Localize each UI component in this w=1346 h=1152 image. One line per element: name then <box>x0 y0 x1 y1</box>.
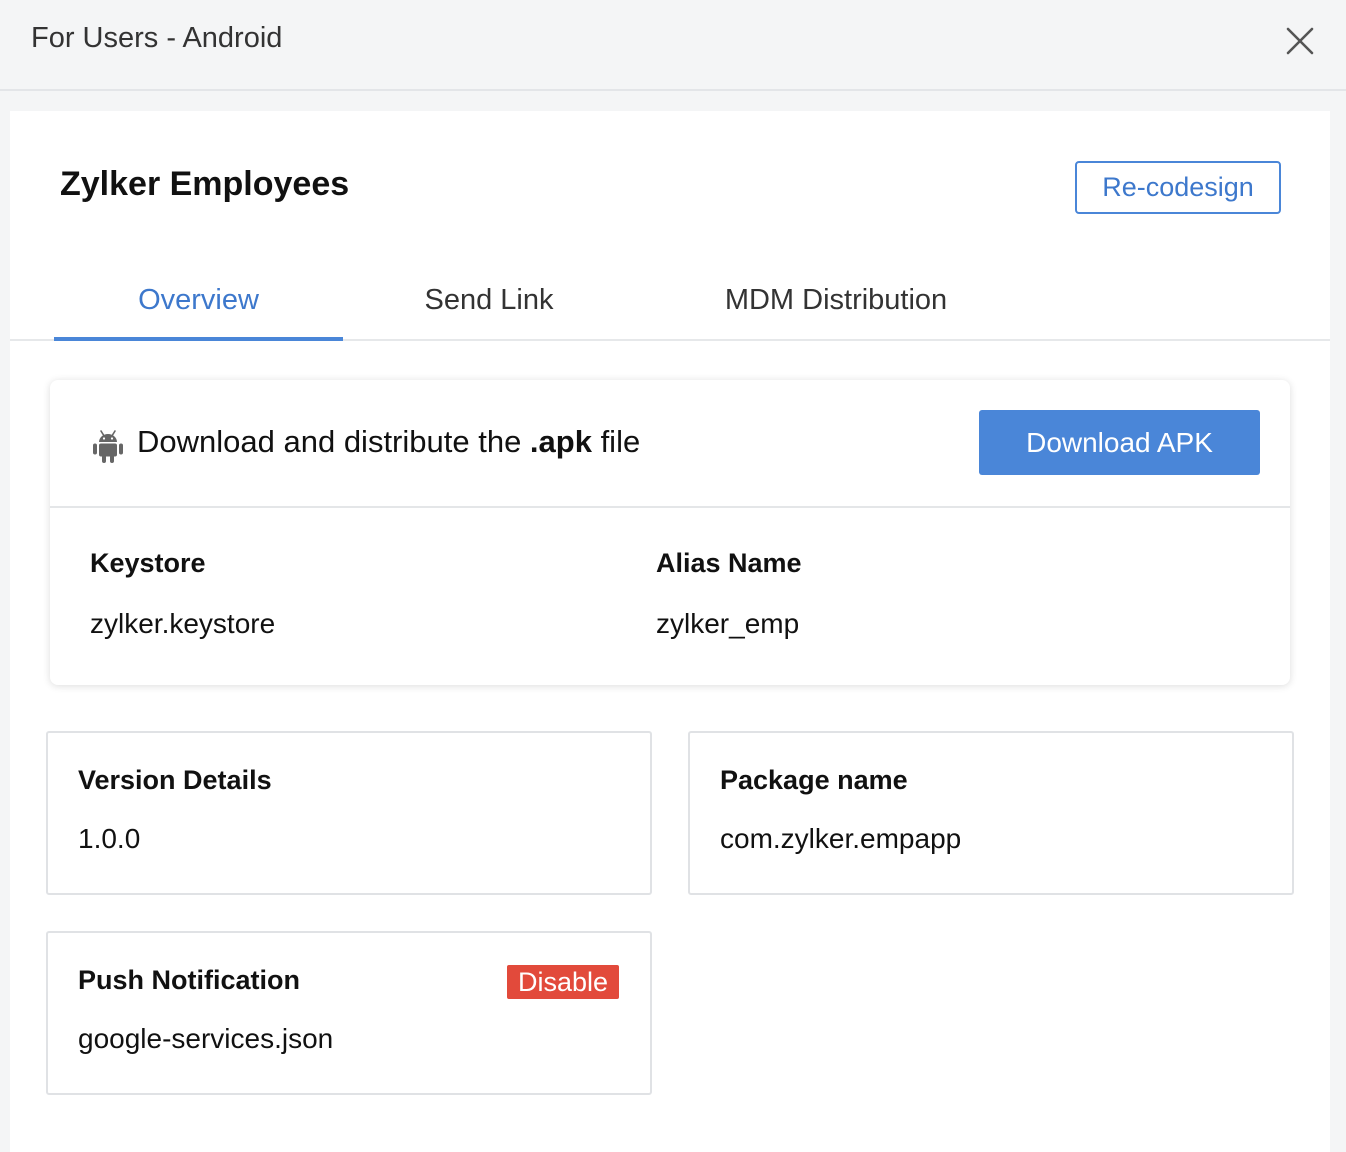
disable-push-button[interactable]: Disable <box>507 965 619 999</box>
push-notification-card: Push Notification Disable google-service… <box>46 931 652 1095</box>
dialog-header: For Users - Android <box>0 0 1346 91</box>
re-codesign-button[interactable]: Re-codesign <box>1075 161 1281 214</box>
version-details-card: Version Details 1.0.0 <box>46 731 652 895</box>
keystore-value: zylker.keystore <box>90 608 276 639</box>
apk-card-header: Download and distribute the .apk file Do… <box>50 380 1290 508</box>
tab-overview[interactable]: Overview <box>54 261 343 341</box>
alias-name-value: zylker_emp <box>656 608 800 639</box>
tab-send-link[interactable]: Send Link <box>394 261 584 339</box>
tab-mdm-distribution[interactable]: MDM Distribution <box>700 261 972 339</box>
apk-text-prefix: Download and distribute the <box>137 424 530 459</box>
package-name-value: com.zylker.empapp <box>720 823 962 854</box>
package-name-label: Package name <box>720 765 908 795</box>
download-apk-button[interactable]: Download APK <box>979 410 1260 475</box>
version-value: 1.0.0 <box>78 823 141 854</box>
package-name-card: Package name com.zylker.empapp <box>688 731 1294 895</box>
keystore-label: Keystore <box>90 548 206 578</box>
app-name: Zylker Employees <box>60 165 350 203</box>
tab-bar: Overview Send Link MDM Distribution <box>10 261 1330 341</box>
alias-name-label: Alias Name <box>656 548 802 578</box>
dialog-title: For Users - Android <box>31 22 283 54</box>
apk-instruction-text: Download and distribute the .apk file <box>137 424 640 460</box>
close-icon[interactable] <box>1283 24 1317 58</box>
apk-text-suffix: file <box>591 424 641 459</box>
content-panel: Zylker Employees Re-codesign Overview Se… <box>10 111 1330 1152</box>
push-notification-label: Push Notification <box>78 965 300 995</box>
android-icon <box>92 429 124 465</box>
version-details-label: Version Details <box>78 765 272 795</box>
apk-download-card: Download and distribute the .apk file Do… <box>50 380 1290 685</box>
push-notification-file: google-services.json <box>78 1023 334 1054</box>
apk-text-extension: .apk <box>529 424 592 459</box>
